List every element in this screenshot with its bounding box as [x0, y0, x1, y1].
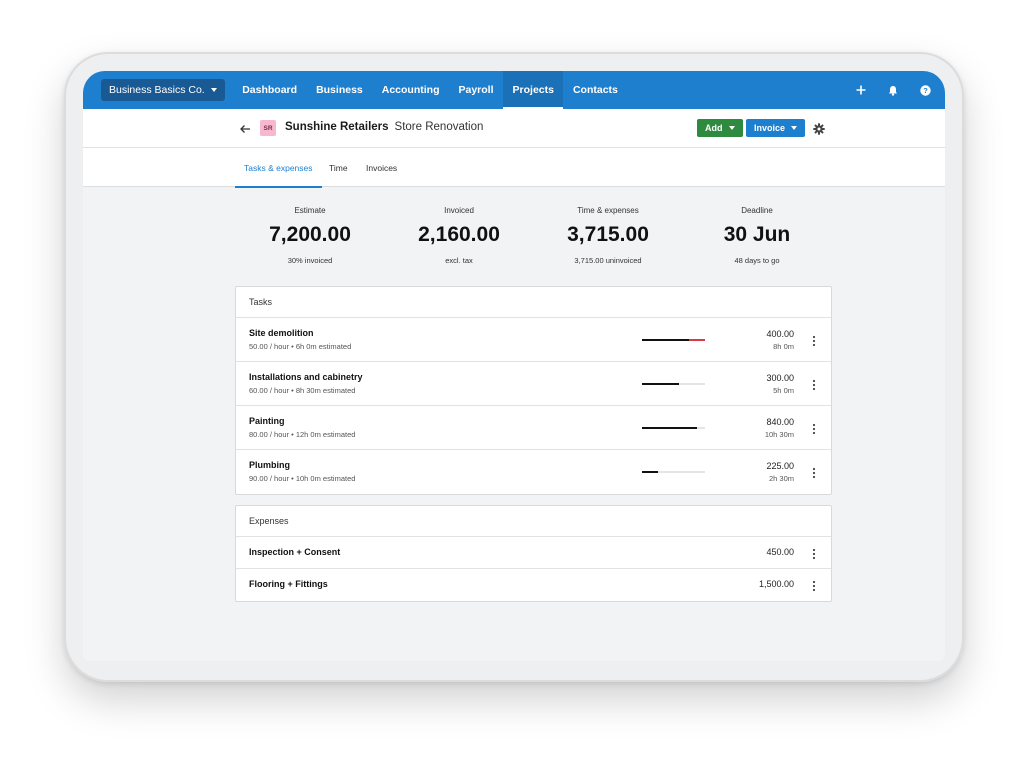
more-options-icon[interactable] [812, 547, 816, 560]
task-name: Painting [249, 416, 285, 426]
task-time: 8h 0m [773, 342, 794, 351]
tasks-card: Tasks Site demolition 50.00 / hour • 6h … [235, 286, 832, 495]
stat-value: 7,200.00 [269, 223, 351, 246]
gear-icon[interactable] [813, 122, 825, 135]
nav-item-business[interactable]: Business [307, 71, 373, 109]
task-row[interactable]: Painting 80.00 / hour • 12h 0m estimated… [236, 406, 831, 450]
task-meta: 90.00 / hour • 10h 0m estimated [249, 474, 356, 483]
task-time: 2h 30m [768, 474, 794, 483]
task-name: Plumbing [249, 460, 290, 470]
expense-name: Flooring + Fittings [249, 579, 328, 589]
expenses-heading: Expenses [236, 506, 831, 537]
more-options-icon[interactable] [812, 422, 816, 435]
task-meta: 80.00 / hour • 12h 0m estimated [249, 430, 356, 439]
stat-invoiced: Invoiced 2,160.00 excl. tax [384, 206, 534, 265]
stat-value: 3,715.00 [567, 223, 649, 246]
invoice-button-label: Invoice [754, 123, 786, 133]
plus-icon[interactable] [855, 84, 867, 96]
task-meta: 60.00 / hour • 8h 30m estimated [249, 386, 356, 395]
add-button-label: Add [705, 123, 723, 133]
nav-item-payroll[interactable]: Payroll [449, 71, 503, 109]
task-row[interactable]: Installations and cabinetry 60.00 / hour… [236, 362, 831, 406]
stat-subtext: excl. tax [445, 256, 473, 265]
task-name: Installations and cabinetry [249, 372, 363, 382]
stat-time-expenses: Time & expenses 3,715.00 3,715.00 uninvo… [533, 206, 683, 265]
task-progress-bar [642, 427, 705, 429]
svg-text:?: ? [923, 86, 928, 95]
app-screen: Business Basics Co. Dashboard Business A… [83, 71, 945, 661]
task-progress-bar [642, 383, 705, 385]
task-row[interactable]: Site demolition 50.00 / hour • 6h 0m est… [236, 318, 831, 362]
nav-item-dashboard[interactable]: Dashboard [233, 71, 307, 109]
org-name: Business Basics Co. [109, 84, 205, 96]
expense-amount: 1,500.00 [758, 579, 794, 589]
task-name: Site demolition [249, 328, 314, 338]
more-options-icon[interactable] [812, 466, 816, 479]
project-name: Store Renovation [394, 121, 484, 133]
nav-item-projects[interactable]: Projects [503, 71, 564, 109]
top-nav: Business Basics Co. Dashboard Business A… [83, 71, 945, 109]
more-options-icon[interactable] [812, 579, 816, 592]
task-row[interactable]: Plumbing 90.00 / hour • 10h 0m estimated… [236, 450, 831, 494]
project-header: SR Sunshine Retailers Store Renovation A… [83, 109, 945, 148]
bell-icon[interactable] [887, 84, 899, 96]
chevron-down-icon [728, 126, 735, 130]
expense-row[interactable]: Inspection + Consent 450.00 [236, 537, 831, 569]
task-amount: 300.00 [766, 373, 794, 383]
tab-tasks-expenses[interactable]: Tasks & expenses [235, 148, 321, 188]
help-icon[interactable]: ? [919, 84, 931, 96]
stat-deadline: Deadline 30 Jun 48 days to go [682, 206, 832, 265]
expense-name: Inspection + Consent [249, 547, 341, 557]
stat-subtext: 48 days to go [734, 256, 780, 265]
expense-amount: 450.00 [766, 547, 794, 557]
task-time: 5h 0m [773, 386, 794, 395]
nav-actions: ? [855, 71, 931, 109]
task-progress-bar [642, 471, 705, 473]
nav-menu: Dashboard Business Accounting Payroll Pr… [233, 71, 628, 109]
expense-row[interactable]: Flooring + Fittings 1,500.00 [236, 569, 831, 601]
org-switcher[interactable]: Business Basics Co. [101, 79, 225, 101]
task-amount: 840.00 [766, 417, 794, 427]
project-tabs: Tasks & expenses Time Invoices [83, 148, 945, 188]
tab-time[interactable]: Time [329, 148, 348, 187]
stat-label: Estimate [294, 206, 326, 215]
client-name: Sunshine Retailers [285, 121, 389, 133]
back-arrow-icon[interactable] [239, 122, 251, 134]
tasks-heading: Tasks [236, 287, 831, 318]
stat-label: Invoiced [444, 206, 474, 215]
task-time: 10h 30m [764, 430, 794, 439]
more-options-icon[interactable] [812, 334, 816, 347]
nav-item-accounting[interactable]: Accounting [372, 71, 449, 109]
stat-estimate: Estimate 7,200.00 30% invoiced [235, 206, 385, 265]
more-options-icon[interactable] [812, 378, 816, 391]
nav-item-contacts[interactable]: Contacts [563, 71, 627, 109]
task-progress-bar [642, 339, 705, 341]
project-title: Sunshine Retailers Store Renovation [285, 121, 483, 133]
task-amount: 400.00 [766, 329, 794, 339]
client-avatar: SR [260, 120, 276, 136]
expenses-card: Expenses Inspection + Consent 450.00 Flo… [235, 505, 832, 602]
invoice-button[interactable]: Invoice [746, 119, 806, 137]
stat-subtext: 3,715.00 uninvoiced [574, 256, 642, 265]
stat-value: 2,160.00 [418, 223, 500, 246]
stat-label: Time & expenses [577, 206, 639, 215]
tab-invoices[interactable]: Invoices [366, 148, 397, 187]
task-amount: 225.00 [766, 461, 794, 471]
stat-value: 30 Jun [723, 223, 791, 246]
stat-label: Deadline [741, 206, 773, 215]
chevron-down-icon [210, 88, 217, 92]
task-meta: 50.00 / hour • 6h 0m estimated [249, 342, 352, 351]
add-button[interactable]: Add [697, 119, 743, 137]
chevron-down-icon [791, 126, 798, 130]
stat-subtext: 30% invoiced [287, 256, 333, 265]
